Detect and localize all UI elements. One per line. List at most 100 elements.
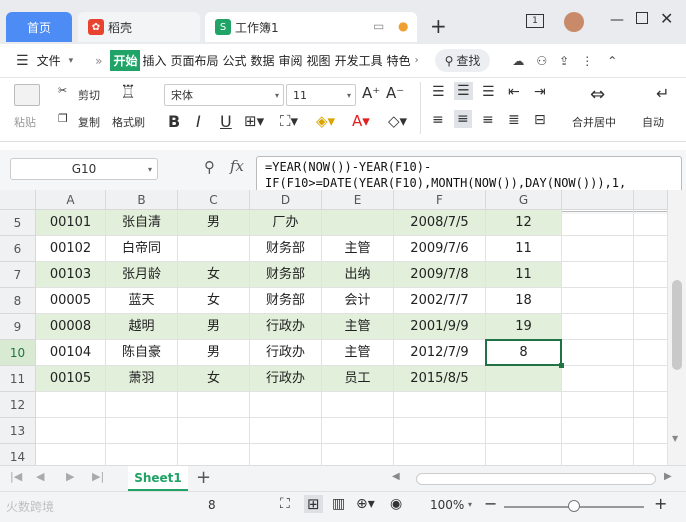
cell[interactable] [634, 366, 668, 392]
sheet-nav-prev-icon[interactable]: ◀ [36, 470, 44, 483]
sheet-nav-last-icon[interactable]: ▶| [92, 470, 104, 483]
cell-b7[interactable]: 张月龄 [106, 262, 178, 288]
scroll-thumb[interactable] [672, 280, 682, 370]
cell[interactable] [562, 340, 634, 366]
row-header-8[interactable]: 8 [0, 288, 36, 314]
cell-f8[interactable]: 2002/7/7 [394, 288, 486, 314]
new-tab-icon[interactable]: + [430, 14, 447, 38]
cell-f5[interactable]: 2008/7/5 [394, 210, 486, 236]
cell-b11[interactable]: 萧羽 [106, 366, 178, 392]
indent-decrease-icon[interactable]: ⇤ [508, 84, 520, 100]
cell-e13[interactable] [322, 418, 394, 444]
share-icon[interactable]: ⇪ [559, 54, 569, 68]
fullscreen-icon[interactable]: ⛶ [280, 496, 290, 512]
fill-pattern-icon[interactable]: ⛶▾ [280, 112, 298, 130]
menu-formula[interactable]: 公式 [221, 52, 249, 69]
cell-e7[interactable]: 出纳 [322, 262, 394, 288]
cell-d5[interactable]: 厂办 [250, 210, 322, 236]
cell-c5[interactable]: 男 [178, 210, 250, 236]
cloud-icon[interactable]: ☁ [512, 54, 524, 68]
hscroll-right-icon[interactable]: ▶ [664, 471, 672, 482]
bold-icon[interactable]: B [168, 112, 180, 131]
row-header-6[interactable]: 6 [0, 236, 36, 262]
menu-start[interactable]: 开始 [110, 50, 141, 71]
maximize-icon[interactable] [636, 12, 648, 24]
cell[interactable] [562, 418, 634, 444]
cell-c7[interactable]: 女 [178, 262, 250, 288]
horizontal-scrollbar[interactable] [416, 473, 656, 485]
sheet-nav-first-icon[interactable]: |◀ [10, 470, 22, 483]
cell-a10[interactable]: 00104 [36, 340, 106, 366]
row-header-12[interactable]: 12 [0, 392, 36, 418]
format-painter-button[interactable]: 格式刷 [112, 114, 145, 130]
cell[interactable] [562, 210, 634, 236]
cell-b9[interactable]: 越明 [106, 314, 178, 340]
cell-d11[interactable]: 行政办 [250, 366, 322, 392]
align-center-icon[interactable]: ≡ [454, 110, 472, 128]
cell[interactable] [562, 392, 634, 418]
merge-center-button[interactable]: 合并居中 [572, 114, 616, 130]
cell-c11[interactable]: 女 [178, 366, 250, 392]
paste-button[interactable]: 粘贴 [14, 114, 36, 130]
normal-view-icon[interactable]: ⊞ [304, 495, 323, 513]
cell[interactable] [634, 262, 668, 288]
italic-icon[interactable]: I [196, 112, 201, 131]
zoom-in-icon[interactable]: + [654, 494, 667, 513]
font-name-select[interactable]: 宋体 ▾ [164, 84, 284, 106]
justify-icon[interactable]: ≣ [508, 112, 520, 128]
cell-b12[interactable] [106, 392, 178, 418]
cell-b6[interactable]: 白帝同 [106, 236, 178, 262]
cell[interactable] [562, 288, 634, 314]
page-view-icon[interactable]: ▥ [332, 496, 345, 512]
cell-b8[interactable]: 蓝天 [106, 288, 178, 314]
row-header-9[interactable]: 9 [0, 314, 36, 340]
cell-f7[interactable]: 2009/7/8 [394, 262, 486, 288]
column-header-a[interactable]: A [36, 190, 106, 210]
underline-icon[interactable]: U [220, 112, 232, 131]
hscroll-left-icon[interactable]: ◀ [392, 471, 400, 482]
align-bottom-icon[interactable]: ☰ [482, 84, 495, 100]
more-options-icon[interactable]: ⋮ [581, 54, 593, 68]
copy-button[interactable]: 复制 [78, 114, 100, 130]
monitor-icon[interactable]: ▭ [373, 19, 384, 33]
cell-d12[interactable] [250, 392, 322, 418]
zoom-slider-thumb[interactable] [568, 500, 580, 512]
cell-d9[interactable]: 行政办 [250, 314, 322, 340]
row-header-11[interactable]: 11 [0, 366, 36, 392]
zoom-out-icon[interactable]: − [484, 494, 497, 513]
cell-a13[interactable] [36, 418, 106, 444]
cell-c10[interactable]: 男 [178, 340, 250, 366]
cell[interactable] [562, 262, 634, 288]
cell-f13[interactable] [394, 418, 486, 444]
cell-c8[interactable]: 女 [178, 288, 250, 314]
increase-font-icon[interactable]: A⁺ [362, 84, 380, 102]
column-header[interactable] [562, 190, 634, 210]
cell-g8[interactable]: 18 [486, 288, 562, 314]
cell[interactable] [562, 444, 634, 465]
page-break-icon[interactable]: ⊕▾ [356, 496, 375, 512]
menu-insert[interactable]: 插入 [140, 52, 168, 69]
cell-g9[interactable]: 19 [486, 314, 562, 340]
cell-a12[interactable] [36, 392, 106, 418]
cell-c12[interactable] [178, 392, 250, 418]
align-left-icon[interactable]: ≡ [432, 112, 444, 128]
cell-g13[interactable] [486, 418, 562, 444]
cell-c14[interactable] [178, 444, 250, 465]
cell[interactable] [634, 418, 668, 444]
sheet-nav-next-icon[interactable]: ▶ [66, 470, 74, 483]
clear-icon[interactable]: ◇▾ [388, 112, 407, 130]
cell-e6[interactable]: 主管 [322, 236, 394, 262]
cell[interactable] [634, 210, 668, 236]
cell[interactable] [634, 236, 668, 262]
menu-developer[interactable]: 开发工具 [333, 52, 385, 69]
cell-g6[interactable]: 11 [486, 236, 562, 262]
paste-icon[interactable] [14, 84, 40, 106]
cell-a7[interactable]: 00103 [36, 262, 106, 288]
collapse-ribbon-icon[interactable]: ⌃ [607, 54, 617, 68]
user-add-icon[interactable]: ⚇ [536, 54, 547, 68]
row-header-10[interactable]: 10 [0, 340, 36, 366]
menu-page-layout[interactable]: 页面布局 [168, 52, 220, 69]
cell-g5[interactable]: 12 [486, 210, 562, 236]
fill-color-icon[interactable]: ◈▾ [316, 112, 335, 130]
cell-b13[interactable] [106, 418, 178, 444]
